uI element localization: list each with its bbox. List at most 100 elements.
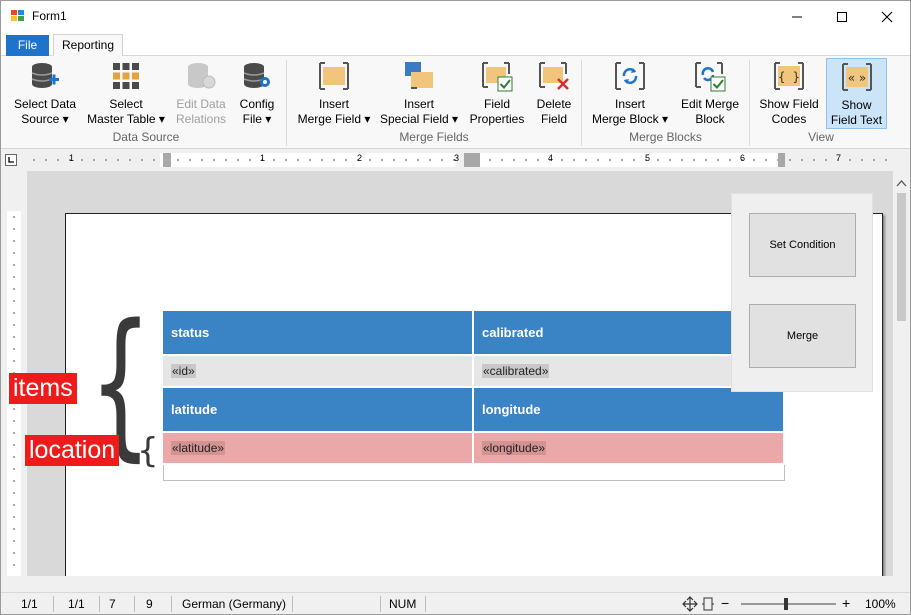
ribbon: Select Data Source ▾ Select Master Table… — [1, 56, 910, 149]
ruler-number: 1 — [260, 153, 266, 163]
table-header-cell[interactable]: latitude — [163, 388, 472, 431]
main-window: Form1 File Reporting Select Data Source — [0, 0, 911, 615]
zoom-out-button[interactable]: − — [721, 595, 729, 611]
ruler-number: 5 — [645, 153, 651, 163]
zoom-level[interactable]: 100% — [865, 597, 896, 611]
insert-special-field-label: Insert — [403, 97, 434, 111]
table-cell[interactable]: «latitude» — [163, 433, 472, 463]
show-field-codes-button[interactable]: { } Show Field Codes — [756, 58, 822, 130]
insert-merge-block-button[interactable]: Insert Merge Block ▾ — [589, 58, 671, 130]
insert-merge-field-label-2: Merge Field ▾ — [297, 112, 371, 126]
field-properties-label: Field — [483, 97, 510, 111]
status-language[interactable]: German (Germany) — [182, 597, 286, 611]
tab-reporting[interactable]: Reporting — [53, 34, 123, 57]
show-field-text-button[interactable]: « » Show Field Text — [826, 58, 887, 129]
close-button[interactable] — [864, 1, 910, 32]
items-label: items — [9, 373, 77, 404]
select-master-table-label: Select — [109, 97, 143, 111]
tab-stop-selector[interactable] — [5, 154, 17, 166]
insert-merge-block-icon — [615, 62, 645, 90]
ribbon-tab-row: File Reporting — [1, 32, 910, 57]
edit-merge-block-icon — [695, 62, 726, 92]
select-master-table-label-2: Master Table ▾ — [87, 112, 165, 126]
insert-special-field-label-2: Special Field ▾ — [379, 112, 459, 126]
empty-table-row[interactable] — [163, 465, 785, 481]
insert-merge-field-button[interactable]: Insert Merge Field ▾ — [294, 58, 374, 130]
move-icon[interactable] — [682, 596, 698, 612]
table-header-cell[interactable]: status — [163, 311, 472, 354]
group-separator — [749, 60, 750, 146]
minimize-button[interactable] — [774, 1, 820, 32]
group-label-data-source: Data Source — [112, 130, 180, 144]
title-bar: Form1 — [1, 1, 910, 32]
zoom-in-button[interactable]: + — [842, 595, 850, 611]
select-master-table-button[interactable]: Select Master Table ▾ — [85, 58, 167, 130]
window-title: Form1 — [32, 9, 67, 23]
minimize-icon — [792, 16, 802, 17]
edit-merge-block-button[interactable]: Edit Merge Block — [677, 58, 743, 130]
field-codes-icon: { } — [774, 62, 804, 90]
status-separator — [99, 596, 100, 612]
field-properties-button[interactable]: Field Properties — [466, 58, 528, 130]
merge-field-calibrated[interactable]: «calibrated» — [482, 364, 550, 378]
maximize-icon — [837, 11, 847, 22]
insert-special-field-button[interactable]: Insert Special Field ▾ — [378, 58, 460, 130]
status-bar: 1/1 1/1 7 9 German (Germany) NUM − + 100… — [1, 592, 910, 614]
set-condition-button[interactable]: Set Condition — [749, 213, 856, 277]
field-properties-icon — [482, 62, 513, 92]
show-field-codes-label: Show Field — [759, 97, 819, 111]
merge-field-id[interactable]: «id» — [171, 364, 196, 378]
merge-button[interactable]: Merge — [749, 304, 856, 368]
insert-merge-block-label-2: Merge Block ▾ — [591, 112, 669, 126]
action-panel: Set Condition Merge — [731, 193, 873, 392]
table-cell[interactable]: «id» — [163, 356, 472, 386]
close-icon — [881, 11, 893, 22]
tab-file[interactable]: File — [6, 35, 49, 56]
scroll-up-icon — [896, 180, 907, 187]
config-file-label: Config — [239, 97, 275, 111]
select-data-source-label: Select Data — [13, 97, 77, 111]
status-separator — [380, 596, 381, 612]
config-file-button[interactable]: Config File ▾ — [235, 58, 279, 130]
select-data-source-button[interactable]: Select Data Source ▾ — [11, 58, 79, 130]
config-file-label-2: File ▾ — [242, 112, 272, 126]
status-num: NUM — [389, 597, 417, 611]
field-properties-label-2: Properties — [469, 112, 525, 126]
svg-text:{ }: { } — [778, 70, 800, 84]
ruler-number: 7 — [836, 153, 842, 163]
status-separator — [425, 596, 426, 612]
insert-merge-block-label: Insert — [614, 97, 645, 111]
zoom-slider-thumb[interactable] — [784, 598, 788, 610]
ruler-row: 1 1 2 3 4 5 6 7 — [1, 149, 910, 171]
vertical-scroll-thumb[interactable] — [897, 193, 906, 321]
page-fit-icon[interactable] — [701, 596, 715, 612]
ruler-number: 6 — [740, 153, 746, 163]
show-field-text-label-2: Field Text — [830, 113, 883, 127]
show-field-text-label: Show — [841, 98, 872, 112]
horizontal-ruler[interactable]: 1 1 2 3 4 5 6 7 — [26, 153, 896, 167]
database-config-icon — [243, 63, 270, 88]
vertical-scrollbar[interactable] — [893, 171, 910, 576]
status-separator — [292, 596, 293, 612]
location-brace-icon: { — [137, 431, 159, 471]
edit-data-relations-label: Edit Data — [176, 97, 226, 111]
merge-field-longitude[interactable]: «longitude» — [482, 441, 547, 455]
svg-text:« »: « » — [847, 71, 866, 85]
group-label-view: View — [808, 130, 834, 144]
field-text-icon: « » — [841, 63, 872, 91]
status-line: 7 — [109, 597, 116, 611]
delete-field-label: Delete — [536, 97, 572, 111]
show-field-codes-label-2: Codes — [771, 112, 807, 126]
table-cell[interactable]: «longitude» — [474, 433, 783, 463]
group-label-merge-blocks: Merge Blocks — [629, 130, 702, 144]
special-field-icon — [405, 62, 433, 89]
ruler-number: 2 — [357, 153, 363, 163]
table-header-cell[interactable]: longitude — [474, 388, 783, 431]
edit-data-relations-button[interactable]: Edit Data Relations — [171, 58, 231, 130]
status-separator — [134, 596, 135, 612]
merge-field-latitude[interactable]: «latitude» — [171, 441, 226, 455]
status-separator — [171, 596, 172, 612]
maximize-button[interactable] — [819, 1, 865, 32]
zoom-slider[interactable] — [741, 598, 836, 610]
delete-field-button[interactable]: Delete Field — [532, 58, 576, 130]
